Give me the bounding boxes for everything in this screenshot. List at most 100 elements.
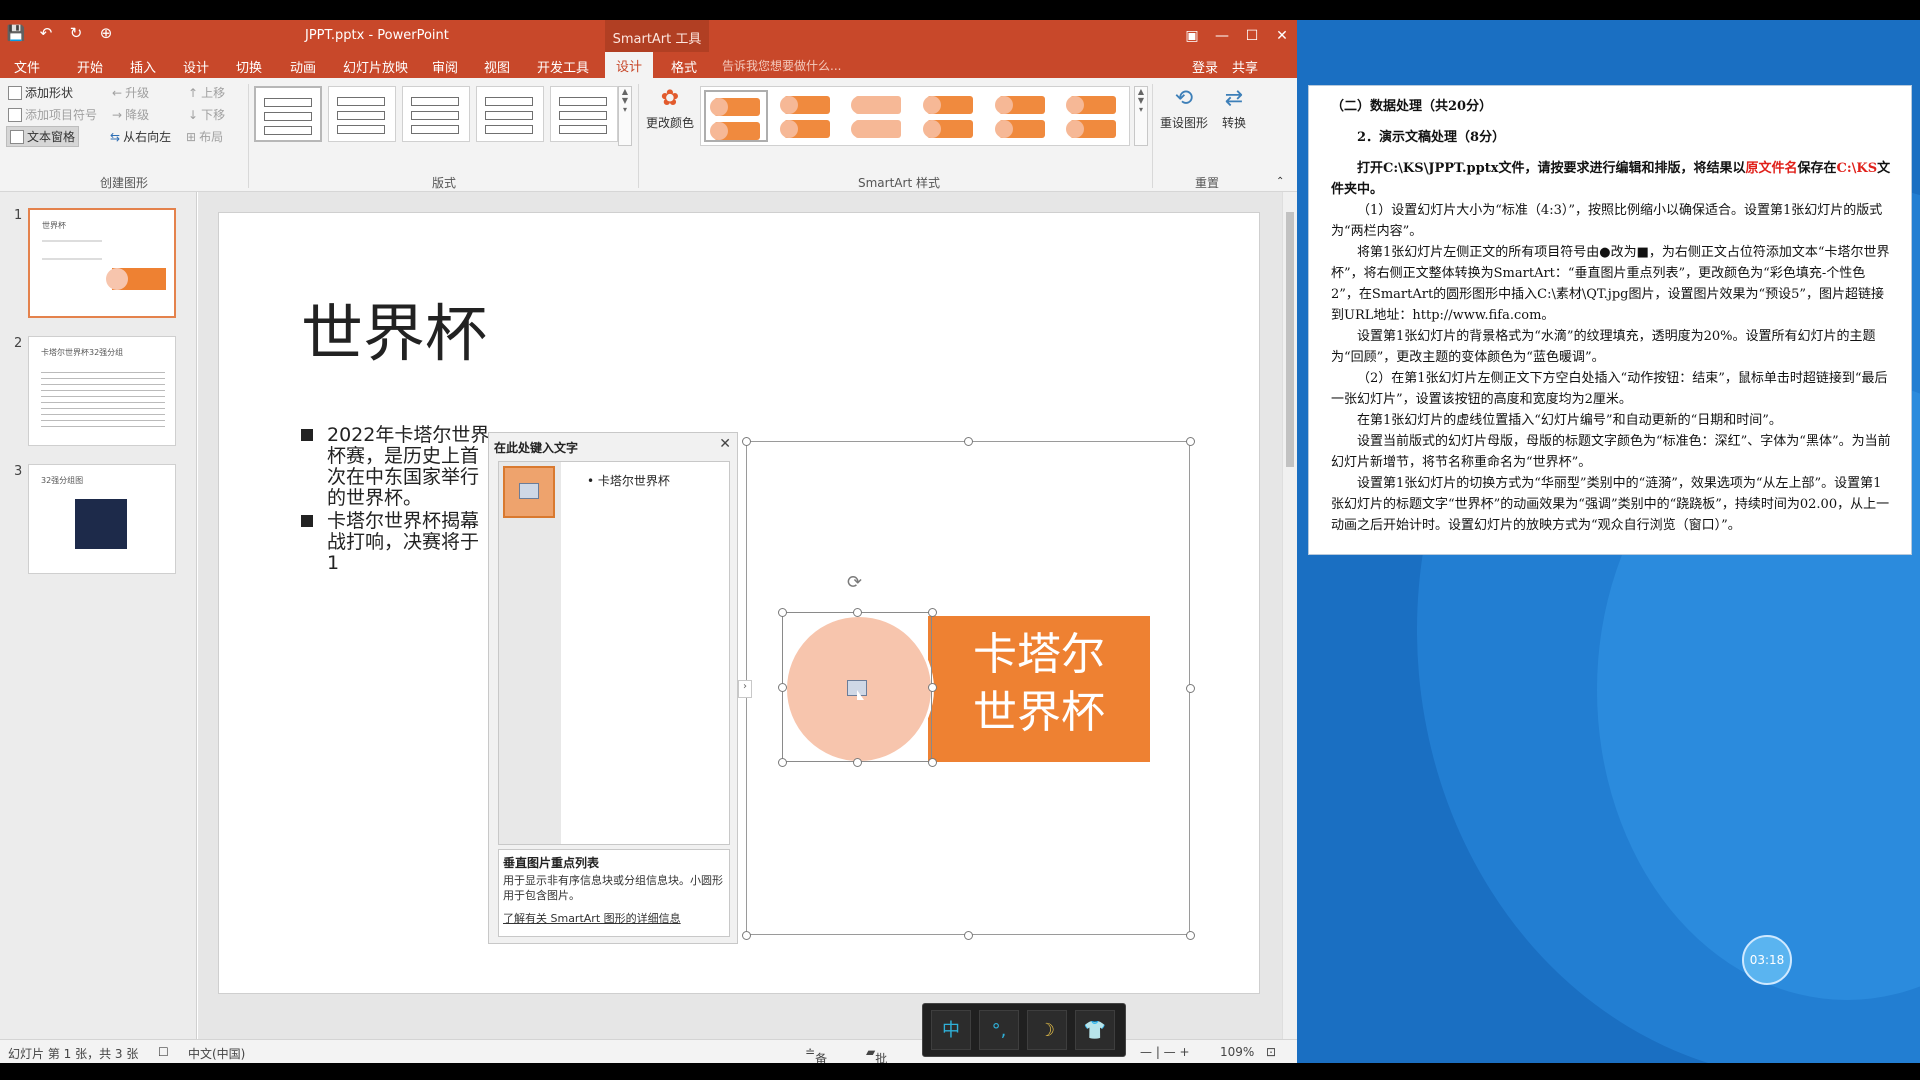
tab-file[interactable]: 文件 (14, 57, 40, 76)
layouts-gallery (254, 86, 634, 146)
add-bullet-button[interactable]: 添加项目符号 (8, 106, 97, 123)
slide-title[interactable]: 世界杯 (301, 283, 487, 373)
text-pane-button[interactable]: 文本窗格 (6, 126, 80, 147)
redo-icon[interactable]: ↻ (66, 24, 86, 42)
close-icon[interactable]: ✕ (719, 436, 731, 452)
layout-option[interactable] (476, 86, 544, 142)
bullet-1[interactable]: 2022年卡塔尔世界杯赛，是历史上首次在中东国家举行的世界杯。 (301, 425, 491, 509)
layout-description: 垂直图片重点列表 用于显示非有序信息块或分组信息块。小圆形用于包含图片。 了解有… (498, 849, 730, 937)
punctuation-icon[interactable]: °, (979, 1010, 1019, 1050)
resize-handle[interactable] (1186, 931, 1195, 940)
convert-button[interactable]: ⇄ 转换 (1214, 86, 1254, 131)
style-option[interactable] (847, 90, 911, 142)
zoom-level[interactable]: 109% (1220, 1045, 1254, 1059)
layout-option[interactable] (254, 86, 322, 142)
bullet-2[interactable]: 卡塔尔世界杯揭幕战打响，决赛将于1 (301, 511, 491, 574)
zoom-slider[interactable]: — | — + (1140, 1045, 1190, 1059)
rotate-handle-icon[interactable]: ⟳ (847, 572, 862, 593)
minimize-icon[interactable]: — (1207, 20, 1237, 52)
spellcheck-icon[interactable]: ☐ (158, 1045, 169, 1059)
layout-option[interactable] (402, 86, 470, 142)
text-pane-toggle[interactable]: › (738, 680, 752, 698)
tab-review[interactable]: 审阅 (432, 57, 458, 76)
resize-handle[interactable] (964, 437, 973, 446)
ribbon-display-icon[interactable]: ▣ (1177, 20, 1207, 52)
square-bullet-icon (301, 515, 313, 527)
ribbon: 添加形状 添加项目符号 文本窗格 ← 升级 → 降级 ⇆ 从右向左 ↑ 上移 ↓ 下移 ⊞… (0, 78, 1297, 192)
recording-timer[interactable]: 03:18 (1742, 935, 1792, 985)
customize-qat-icon[interactable]: ⊕ (96, 24, 116, 42)
ribbon-tabs: 文件 开始 插入 设计 切换 动画 幻灯片放映 审阅 视图 开发工具 设计 格式… (0, 52, 1297, 78)
layouts-label: 版式 (432, 176, 457, 190)
style-option[interactable] (919, 90, 983, 142)
style-option[interactable] (991, 90, 1055, 142)
shape-handle[interactable] (778, 608, 787, 617)
vertical-scrollbar[interactable] (1282, 192, 1297, 1039)
shape-handle[interactable] (853, 758, 862, 767)
resize-handle[interactable] (742, 931, 751, 940)
text-pane-bullet[interactable]: • 卡塔尔世界杯 (587, 472, 670, 489)
notes-button[interactable]: ≐ 备注 (805, 1045, 827, 1063)
slide-thumbnail-2[interactable]: 卡塔尔世界杯32强分组 (28, 336, 176, 446)
change-colors-button[interactable]: ✿ 更改颜色 (645, 86, 695, 131)
slide-thumbnail-3[interactable]: 32强分组图 (28, 464, 176, 574)
layout-option[interactable] (328, 86, 396, 142)
slide-count-status: 幻灯片 第 1 张，共 3 张 (8, 1047, 139, 1061)
doc-heading-1: （二）数据处理（共20分） (1331, 99, 1493, 114)
tab-developer[interactable]: 开发工具 (537, 57, 589, 76)
tab-smartart-design[interactable]: 设计 (605, 52, 654, 78)
moon-icon[interactable]: ☽ (1027, 1010, 1067, 1050)
tab-home[interactable]: 开始 (77, 57, 103, 76)
tab-animations[interactable]: 动画 (290, 57, 316, 76)
tab-slideshow[interactable]: 幻灯片放映 (343, 57, 408, 76)
undo-icon[interactable]: ↶ (36, 24, 56, 42)
resize-handle[interactable] (1186, 437, 1195, 446)
add-shape-icon (8, 85, 22, 100)
shape-handle[interactable] (778, 758, 787, 767)
reset-graphic-button[interactable]: ⟲ 重设图形 (1158, 86, 1210, 131)
tab-design[interactable]: 设计 (183, 57, 209, 76)
shape-handle[interactable] (928, 683, 937, 692)
maximize-icon[interactable]: ☐ (1237, 20, 1267, 52)
move-down-button[interactable]: ↓ 下移 (188, 106, 225, 123)
picture-placeholder-button[interactable] (503, 466, 555, 518)
tab-insert[interactable]: 插入 (130, 57, 156, 76)
shape-handle[interactable] (928, 758, 937, 767)
styles-gallery-scroll[interactable]: ▲ ▼ ▾ (1134, 86, 1148, 146)
login-link[interactable]: 登录 (1192, 57, 1218, 76)
shape-handle[interactable] (853, 608, 862, 617)
style-option[interactable] (1062, 90, 1126, 142)
tab-transitions[interactable]: 切换 (236, 57, 262, 76)
share-button[interactable]: 共享 (1232, 57, 1258, 76)
tab-view[interactable]: 视图 (484, 57, 510, 76)
add-shape-button[interactable]: 添加形状 (8, 84, 73, 101)
promote-button[interactable]: ← 升级 (112, 84, 149, 101)
right-to-left-button[interactable]: ⇆ 从右向左 (110, 128, 171, 145)
save-icon[interactable]: 💾 (6, 24, 26, 42)
chinese-mode-icon[interactable]: 中 (931, 1010, 971, 1050)
skin-icon[interactable]: 👕 (1075, 1010, 1115, 1050)
slide-thumbnail-1[interactable]: 世界杯 (28, 208, 176, 318)
comments-button[interactable]: ▰ 批注 (866, 1045, 887, 1063)
text-pane-editor[interactable]: • 卡塔尔世界杯 (498, 461, 730, 845)
collapse-ribbon-icon[interactable]: ⌃ (1276, 176, 1284, 187)
layout-option[interactable] (550, 86, 618, 142)
resize-handle[interactable] (1186, 684, 1195, 693)
shape-handle[interactable] (778, 683, 787, 692)
demote-button[interactable]: → 降级 (112, 106, 149, 123)
resize-handle[interactable] (742, 437, 751, 446)
style-option[interactable] (704, 90, 768, 142)
move-up-button[interactable]: ↑ 上移 (188, 84, 225, 101)
style-option[interactable] (776, 90, 840, 142)
tab-format[interactable]: 格式 (671, 57, 697, 76)
close-icon[interactable]: ✕ (1267, 20, 1297, 52)
scroll-thumb[interactable] (1286, 212, 1294, 467)
tell-me-search[interactable]: 告诉我您想要做什么... (722, 57, 841, 74)
shape-handle[interactable] (928, 608, 937, 617)
learn-more-link[interactable]: 了解有关 SmartArt 图形的详细信息 (503, 910, 725, 926)
fit-slide-icon[interactable]: ⊡ (1266, 1045, 1276, 1059)
language-status[interactable]: 中文(中国) (188, 1045, 245, 1062)
resize-handle[interactable] (964, 931, 973, 940)
layout-button[interactable]: ⊞ 布局 (186, 128, 223, 145)
layouts-gallery-scroll[interactable]: ▲ ▼ ▾ (618, 86, 632, 146)
